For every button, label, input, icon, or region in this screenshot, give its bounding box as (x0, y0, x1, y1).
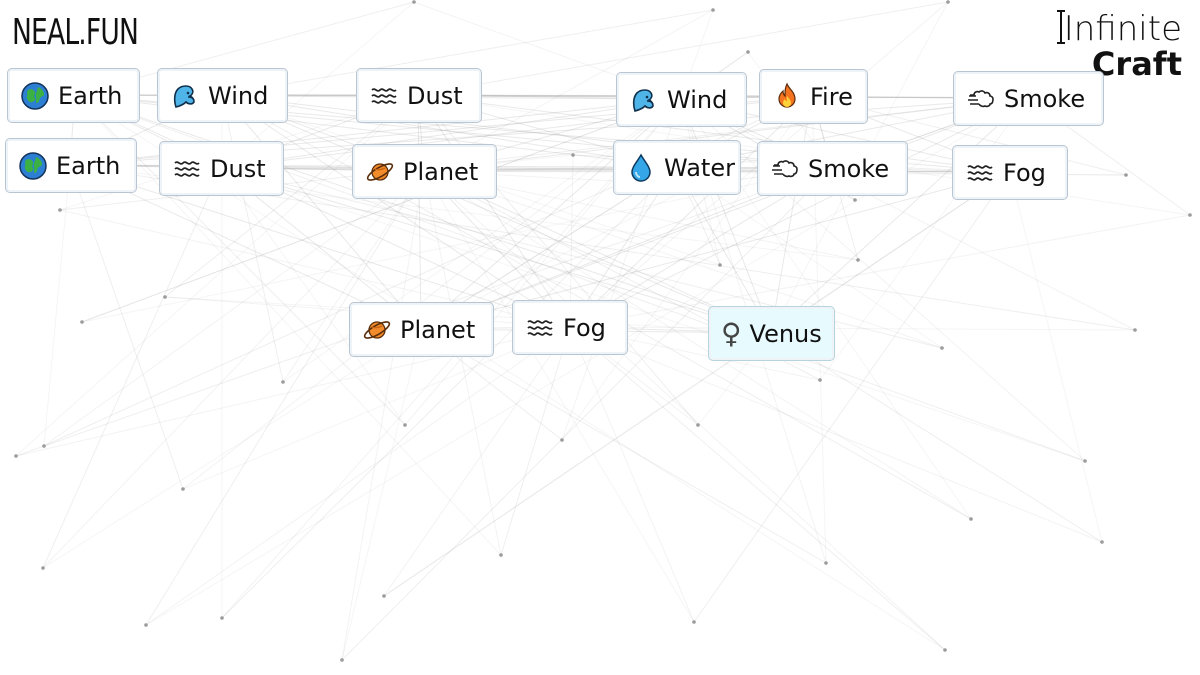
venus-symbol-icon: ♀ (721, 317, 742, 350)
wavy-fog-icon (525, 313, 555, 343)
water-drop-icon (626, 152, 656, 183)
tile-label: Dust (407, 81, 463, 110)
ringed-planet-icon (365, 157, 395, 187)
element-tile-planet[interactable]: Planet (352, 144, 497, 199)
neal-fun-logo[interactable]: NEAL.FUN (12, 12, 139, 53)
fire-icon (772, 82, 802, 112)
element-tile-smoke[interactable]: Smoke (953, 71, 1104, 126)
ringed-planet-icon (362, 315, 392, 345)
smoke-puff-icon (966, 84, 996, 114)
cursor-bar-icon (1056, 10, 1065, 44)
tile-label: Fog (563, 313, 606, 342)
tile-label: Wind (208, 81, 269, 110)
wavy-dust-icon (369, 81, 399, 111)
element-tile-planet[interactable]: Planet (349, 302, 494, 357)
element-tile-dust[interactable]: Dust (159, 141, 284, 196)
tile-label: Fire (810, 82, 853, 111)
element-tile-fire[interactable]: Fire (759, 69, 868, 124)
element-tile-water[interactable]: Water (613, 140, 741, 195)
infinite-label: Infinite (1056, 10, 1182, 46)
smoke-puff-icon (770, 154, 800, 184)
element-tile-dust[interactable]: Dust (356, 68, 482, 123)
wind-face-icon (170, 81, 200, 111)
element-tile-earth[interactable]: Earth (7, 68, 140, 123)
wavy-fog-icon (965, 158, 995, 188)
element-tile-wind[interactable]: Wind (157, 68, 288, 123)
tile-label: Earth (58, 81, 123, 110)
tile-label: Fog (1003, 158, 1046, 187)
element-tile-fog[interactable]: Fog (952, 145, 1068, 200)
element-tile-venus[interactable]: ♀ Venus (708, 306, 835, 361)
element-tile-fog[interactable]: Fog (512, 300, 628, 355)
tile-label: Venus (749, 319, 822, 348)
infinite-craft-logo: Infinite Craft (1056, 10, 1182, 80)
tile-label: Wind (667, 85, 728, 114)
earth-globe-icon (18, 151, 48, 181)
tile-label: Smoke (808, 154, 890, 183)
tile-label: Planet (400, 315, 476, 344)
earth-globe-icon (20, 81, 50, 111)
tile-label: Earth (56, 151, 121, 180)
wavy-dust-icon (172, 154, 202, 184)
element-tile-earth[interactable]: Earth (5, 138, 137, 193)
wind-face-icon (629, 85, 659, 115)
tile-label: Planet (403, 157, 479, 186)
tile-label: Smoke (1004, 84, 1086, 113)
tile-label: Water (664, 153, 735, 182)
tile-label: Dust (210, 154, 266, 183)
element-tile-smoke[interactable]: Smoke (757, 141, 908, 196)
element-tile-wind[interactable]: Wind (616, 72, 747, 127)
